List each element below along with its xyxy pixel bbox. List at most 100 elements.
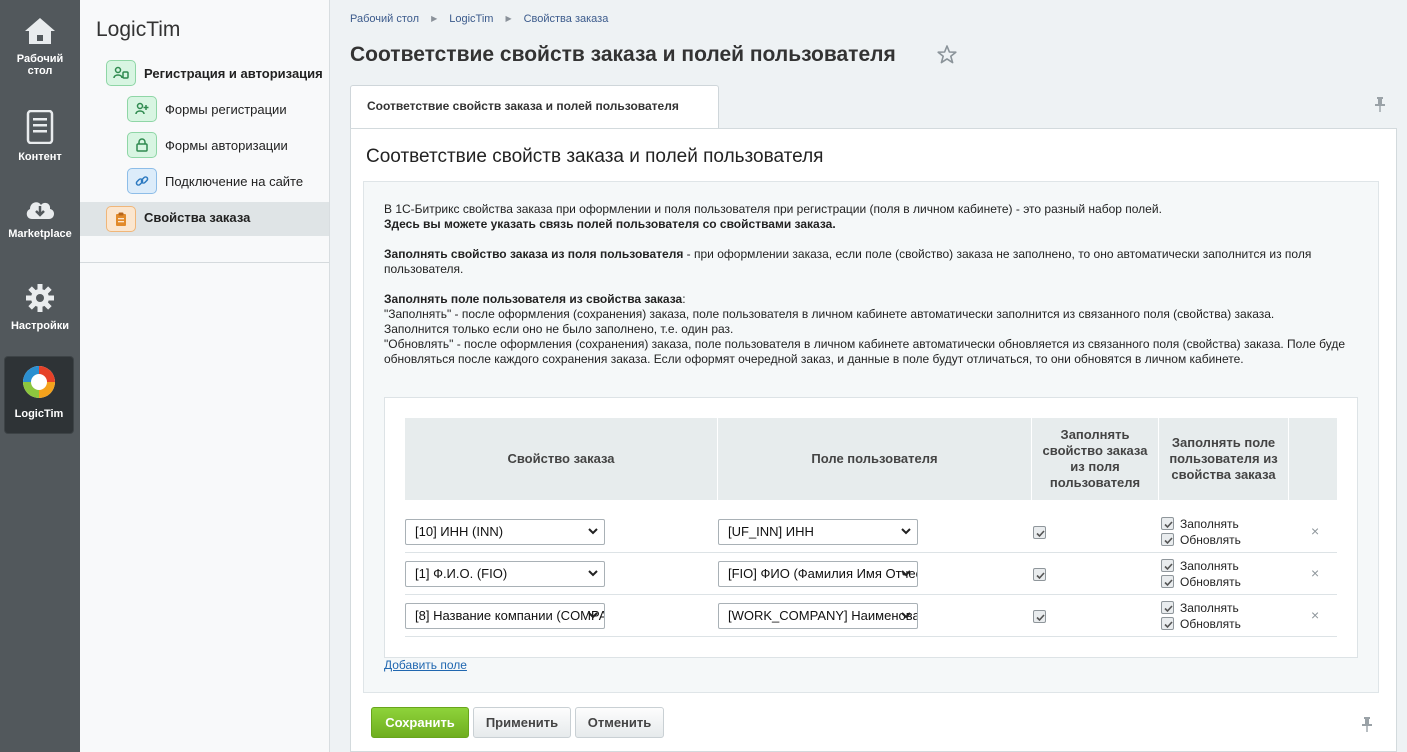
select-value: [8] Название компании (COMPANY) [415,608,604,623]
select-value: [WORK_COMPANY] Наименование компании [728,608,918,623]
update-label: Обновлять [1180,575,1241,589]
update-label: Обновлять [1180,533,1241,547]
document-icon [0,109,80,147]
sidebar: LogicTim Регистрация и авторизация Формы… [80,0,330,752]
user-field-select[interactable]: [UF_INN] ИНН [718,519,918,545]
select-value: [UF_INN] ИНН [728,524,814,539]
nav-label: Контент [18,151,62,163]
table-header-empty [1289,418,1337,500]
info-paragraph-1: В 1С-Битрикс свойства заказа при оформле… [384,202,1364,232]
card-title: Соответствие свойств заказа и полей поль… [366,146,824,167]
table-header: Поле пользователя [718,418,1031,500]
update-label: Обновлять [1180,617,1241,631]
nav-label: Рабочий стол [16,53,64,77]
cloud-download-icon [0,197,80,224]
sidebar-item-label: Формы авторизации [165,138,288,153]
fill-label: Заполнять [1180,517,1239,531]
info-text: Заполнится только если оно не было запол… [384,322,734,336]
pin-icon[interactable] [1361,716,1373,738]
breadcrumb-item[interactable]: Рабочий стол [350,13,419,25]
nav-item-marketplace[interactable]: Marketplace [0,197,80,240]
user-field-select[interactable]: [WORK_COMPANY] Наименование компании [718,603,918,629]
sidebar-title: LogicTim [96,18,181,41]
fill-order-checkbox[interactable] [1033,568,1046,581]
sidebar-item-label: Свойства заказа [144,210,251,225]
fill-label: Заполнять [1180,601,1239,615]
breadcrumb: Рабочий стол ▶ LogicTim ▶ Свойства заказа [350,13,608,25]
nav-item-logictim[interactable]: LogicTim [5,357,73,433]
order-property-select[interactable]: [1] Ф.И.О. (FIO) [405,561,605,587]
fill-order-checkbox[interactable] [1033,526,1046,539]
sidebar-item-registration-forms[interactable]: Формы регистрации [80,92,329,126]
order-property-select[interactable]: [8] Название компании (COMPANY) [405,603,605,629]
fill-user-checkbox[interactable] [1161,559,1174,572]
info-text: : [682,292,686,306]
lock-icon [127,132,157,158]
cancel-button[interactable]: Отменить [575,707,664,738]
update-user-checkbox[interactable] [1161,575,1174,588]
fill-order-checkbox[interactable] [1033,610,1046,623]
nav-item-settings[interactable]: Настройки [0,283,80,332]
page-title: Соответствие свойств заказа и полей поль… [350,43,896,66]
save-button[interactable]: Сохранить [371,707,469,738]
nav-item-desktop[interactable]: Рабочий стол [0,16,80,77]
update-user-checkbox[interactable] [1161,533,1174,546]
user-field-select[interactable]: [FIO] ФИО (Фамилия Имя Отчество) [718,561,918,587]
fill-user-checkbox[interactable] [1161,601,1174,614]
chevron-down-icon [901,570,911,577]
table-header: Заполнять поле пользователя из свойства … [1159,418,1288,500]
breadcrumb-item[interactable]: Свойства заказа [524,13,609,25]
nav-label: Marketplace [8,228,72,240]
add-user-icon [127,96,157,122]
delete-row-icon[interactable]: × [1311,565,1319,581]
star-icon[interactable] [937,45,957,69]
nav-item-content[interactable]: Контент [0,109,80,163]
info-text: В 1С-Битрикс свойства заказа при оформле… [384,202,1162,216]
fill-label: Заполнять [1180,559,1239,573]
left-nav: Рабочий стол Контент Marketplace Настрой… [0,0,80,752]
delete-row-icon[interactable]: × [1311,607,1319,623]
sidebar-item-site-connection[interactable]: Подключение на сайте [80,164,329,198]
sidebar-divider [80,262,329,263]
clipboard-icon [106,206,136,232]
info-text-bold: Заполнять свойство заказа из поля пользо… [384,247,684,261]
user-group-icon [106,60,136,86]
update-user-checkbox[interactable] [1161,617,1174,630]
table-header: Свойство заказа [405,418,717,500]
info-paragraph-3: Заполнять поле пользователя из свойства … [384,292,1364,367]
info-paragraph-2: Заполнять свойство заказа из поля пользо… [384,247,1364,277]
chevron-down-icon [901,612,911,619]
pin-icon[interactable] [1374,96,1386,118]
home-icon [0,16,80,49]
nav-label: Настройки [10,320,70,332]
chevron-down-icon [588,528,598,535]
info-text-bold: Заполнять поле пользователя из свойства … [384,292,683,306]
chevron-right-icon: ▶ [431,14,438,23]
breadcrumb-item[interactable]: LogicTim [449,13,493,25]
info-text-bold: Здесь вы можете указать связь полей поль… [384,217,836,231]
sidebar-item-label: Подключение на сайте [165,174,304,189]
sidebar-item-registration-auth[interactable]: Регистрация и авторизация [80,56,329,90]
gear-icon [0,283,80,316]
info-text: "Обновлять" - после оформления (сохранен… [384,337,1345,366]
fill-user-checkbox[interactable] [1161,517,1174,530]
chevron-right-icon: ▶ [505,14,512,23]
chevron-down-icon [901,528,911,535]
add-field-link[interactable]: Добавить поле [384,658,467,672]
delete-row-icon[interactable]: × [1311,523,1319,539]
logictim-logo-icon [5,363,73,404]
chevron-down-icon [588,570,598,577]
nav-label: LogicTim [14,408,64,420]
chevron-down-icon [588,612,598,619]
select-value: [FIO] ФИО (Фамилия Имя Отчество) [728,566,917,581]
select-value: [10] ИНН (INN) [415,524,504,539]
apply-button[interactable]: Применить [473,707,571,738]
tab-order-mapping[interactable]: Соответствие свойств заказа и полей поль… [350,85,719,129]
sidebar-item-label: Регистрация и авторизация [144,66,323,81]
sidebar-item-order-properties[interactable]: Свойства заказа [80,202,329,236]
sidebar-item-auth-forms[interactable]: Формы авторизации [80,128,329,162]
link-icon [127,168,157,194]
table-header: Заполнять свойство заказа из поля пользо… [1032,418,1158,500]
info-text: "Заполнять" - после оформления (сохранен… [384,307,1275,321]
order-property-select[interactable]: [10] ИНН (INN) [405,519,605,545]
